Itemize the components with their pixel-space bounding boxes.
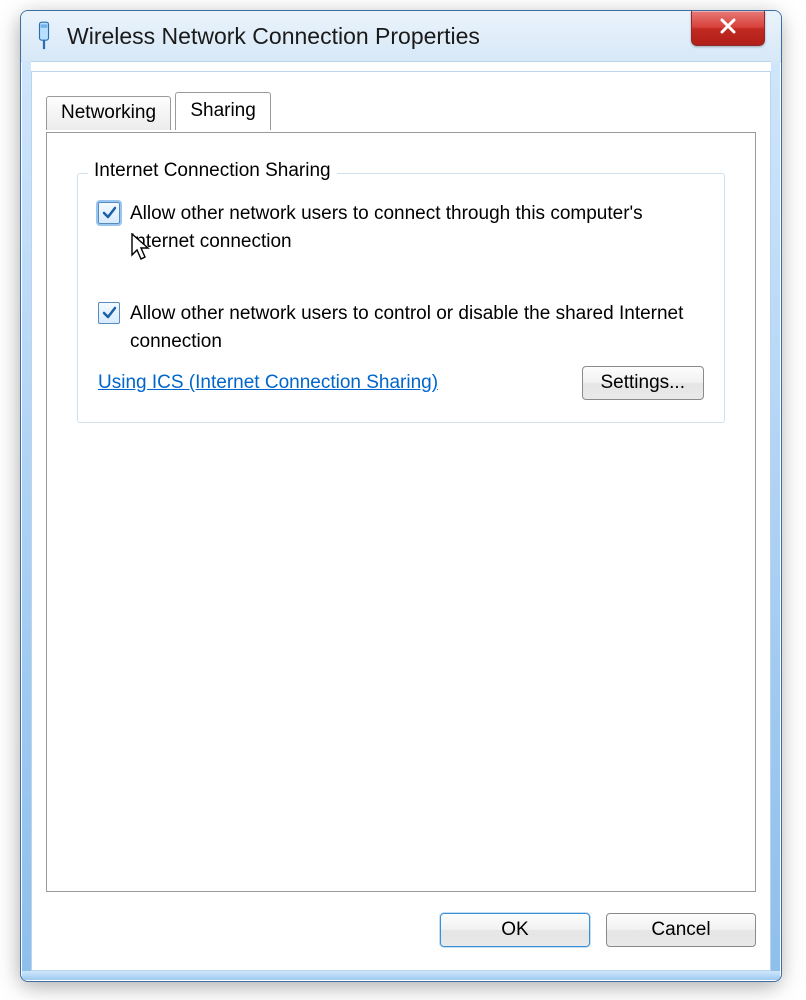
settings-button[interactable]: Settings... — [582, 366, 705, 400]
tab-networking[interactable]: Networking — [46, 96, 171, 130]
label-allow-connect: Allow other network users to connect thr… — [130, 200, 704, 256]
checkbox-allow-connect[interactable] — [98, 202, 120, 224]
ok-button[interactable]: OK — [440, 913, 590, 947]
tab-panel-sharing: Internet Connection Sharing Allow other … — [46, 132, 756, 892]
group-internet-connection-sharing: Internet Connection Sharing Allow other … — [77, 173, 725, 423]
tab-sharing[interactable]: Sharing — [175, 92, 271, 130]
tab-strip: Networking Sharing — [46, 94, 756, 134]
option-allow-control: Allow other network users to control or … — [98, 300, 704, 356]
window-border-bottom — [22, 971, 780, 980]
network-adapter-icon — [35, 22, 53, 50]
window-title: Wireless Network Connection Properties — [67, 23, 480, 50]
label-allow-control: Allow other network users to control or … — [130, 300, 704, 356]
dialog-footer: OK Cancel — [46, 904, 756, 956]
checkbox-allow-control[interactable] — [98, 302, 120, 324]
cancel-button[interactable]: Cancel — [606, 913, 756, 947]
close-button[interactable] — [691, 11, 765, 46]
option-allow-connect: Allow other network users to connect thr… — [98, 200, 704, 256]
spacer — [98, 266, 704, 300]
window-border-right — [771, 61, 780, 980]
link-using-ics[interactable]: Using ICS (Internet Connection Sharing) — [98, 372, 438, 394]
group-legend: Internet Connection Sharing — [88, 160, 337, 182]
client-area: Networking Sharing Internet Connection S… — [31, 71, 771, 971]
close-icon — [719, 15, 737, 41]
ics-link-row: Using ICS (Internet Connection Sharing) … — [98, 366, 704, 400]
dialog-window: Wireless Network Connection Properties N… — [20, 10, 782, 982]
titlebar[interactable]: Wireless Network Connection Properties — [21, 11, 781, 62]
window-border-left — [22, 61, 31, 980]
